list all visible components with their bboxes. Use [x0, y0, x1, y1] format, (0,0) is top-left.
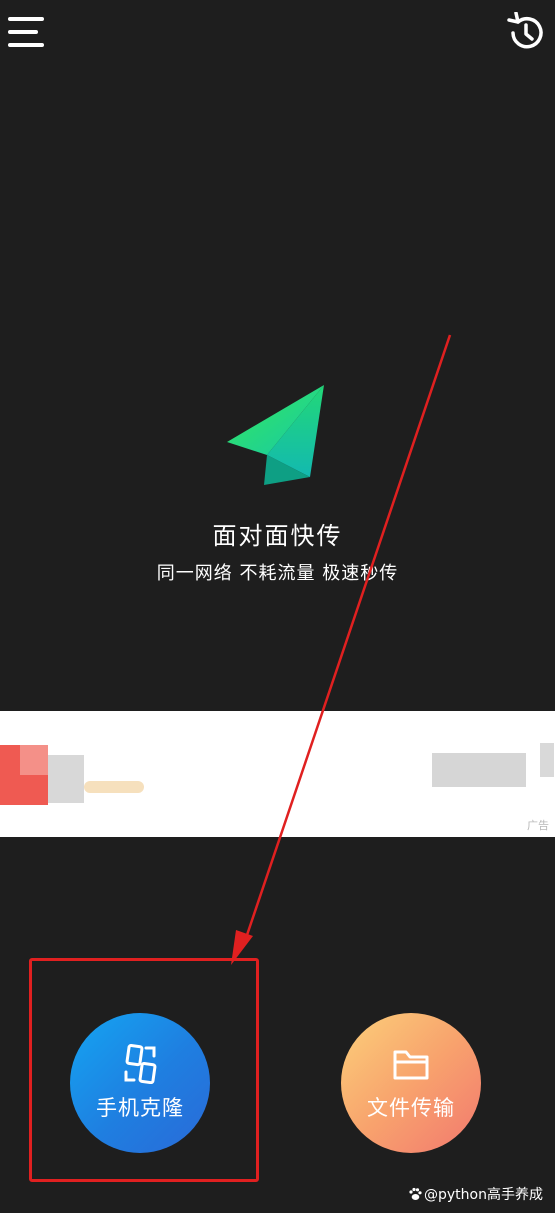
- paw-icon: [409, 1187, 422, 1200]
- watermark-text: @python高手养成: [424, 1187, 543, 1203]
- folder-icon: [393, 1050, 429, 1080]
- file-transfer-label: 文件传输: [367, 1096, 455, 1120]
- history-icon[interactable]: [505, 12, 547, 54]
- ad-blurred-bar: [84, 781, 144, 793]
- ad-label: 广告: [527, 819, 549, 832]
- watermark: @python高手养成: [408, 1184, 543, 1204]
- hamburger-menu-icon[interactable]: [6, 14, 46, 50]
- ad-banner[interactable]: 广告: [0, 711, 555, 837]
- ad-blurred-text: [48, 755, 84, 803]
- annotation-highlight-box: [29, 958, 259, 1182]
- hero-subtitle: 同一网络 不耗流量 极速秒传: [156, 563, 399, 584]
- paper-plane-icon: [227, 385, 324, 485]
- ad-blurred-button: [432, 753, 526, 787]
- file-transfer-button[interactable]: 文件传输: [341, 1013, 481, 1153]
- ad-image-left-highlight: [20, 745, 48, 775]
- ad-blurred-corner: [540, 743, 554, 777]
- hero-title: 面对面快传: [212, 522, 343, 550]
